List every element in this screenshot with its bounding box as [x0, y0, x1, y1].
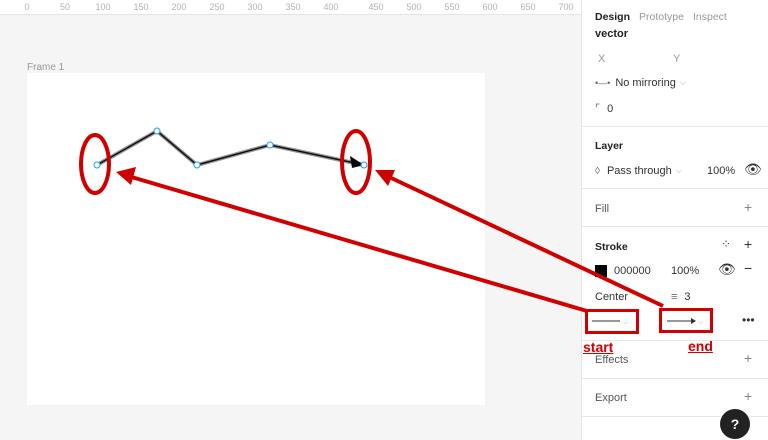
- mirroring-icon: •—•: [595, 78, 611, 88]
- ruler-tick: 50: [59, 2, 71, 12]
- ruler-tick: 400: [323, 2, 339, 12]
- add-fill-plus-icon[interactable]: +: [744, 199, 752, 215]
- corner-radius-icon: ⌜: [595, 103, 601, 115]
- tab-inspect[interactable]: Inspect: [693, 11, 727, 23]
- end-annotation-label: end: [688, 338, 713, 354]
- divider: [582, 188, 768, 189]
- ruler-tick: 0: [24, 2, 30, 12]
- ruler-tick: 600: [482, 2, 498, 12]
- tab-prototype[interactable]: Prototype: [639, 11, 684, 23]
- add-effect-plus-icon[interactable]: +: [744, 350, 752, 366]
- divider: [582, 126, 768, 127]
- panel-tabs: Design Prototype Inspect: [595, 11, 727, 23]
- properties-panel: Design Prototype Inspect vector X Y •—• …: [581, 0, 768, 440]
- mirroring-select[interactable]: •—• No mirroring ⌵: [595, 77, 686, 89]
- ruler-tick: 250: [209, 2, 225, 12]
- droplet-icon: ◊: [595, 165, 600, 177]
- divider: [582, 226, 768, 227]
- help-button[interactable]: ?: [720, 409, 750, 439]
- ruler-tick: 300: [247, 2, 263, 12]
- add-stroke-plus-icon[interactable]: +: [744, 236, 752, 252]
- ruler-tick: 550: [444, 2, 460, 12]
- ruler-tick: 450: [368, 2, 384, 12]
- effects-section-title: Effects: [595, 354, 629, 366]
- stroke-weight-icon: ≡: [671, 291, 678, 303]
- end-cap-highlight-box: [659, 308, 713, 333]
- fill-section-title: Fill: [595, 203, 610, 215]
- ruler-tick: 650: [520, 2, 536, 12]
- tab-design[interactable]: Design: [595, 11, 630, 23]
- x-field[interactable]: X: [598, 53, 605, 65]
- stroke-opacity[interactable]: 100%: [671, 265, 699, 277]
- stroke-color-row[interactable]: 000000: [595, 265, 651, 277]
- eye-icon[interactable]: 👁: [744, 161, 762, 178]
- stroke-color-swatch[interactable]: [595, 265, 607, 277]
- chevron-down-icon: ⌵: [679, 78, 686, 87]
- remove-stroke-minus-icon[interactable]: −: [744, 260, 752, 276]
- canvas-area[interactable]: 0 50 100 150 200 250 300 350 400 450 500…: [0, 0, 581, 440]
- ruler-tick: 700: [558, 2, 574, 12]
- more-options-icon[interactable]: •••: [742, 313, 755, 327]
- ruler-tick: 150: [133, 2, 149, 12]
- start-cap-highlight-box: [585, 309, 639, 334]
- y-field[interactable]: Y: [673, 53, 680, 65]
- ruler-tick: 350: [285, 2, 301, 12]
- vector-label: vector: [595, 28, 629, 40]
- add-export-plus-icon[interactable]: +: [744, 388, 752, 404]
- stroke-section-title: Stroke: [595, 241, 628, 253]
- divider: [582, 378, 768, 379]
- style-grid-icon[interactable]: ⁘: [721, 237, 731, 251]
- corner-radius-field[interactable]: ⌜ 0: [595, 102, 613, 116]
- ruler-tick: 100: [95, 2, 111, 12]
- ruler-tick: 500: [406, 2, 422, 12]
- stroke-align-select[interactable]: Center: [595, 291, 628, 303]
- layer-opacity[interactable]: 100%: [707, 165, 735, 177]
- blend-mode-select[interactable]: ◊ Pass through ⌵: [595, 165, 682, 177]
- horizontal-ruler: 0 50 100 150 200 250 300 350 400 450 500…: [0, 0, 581, 15]
- frame-label[interactable]: Frame 1: [27, 62, 64, 73]
- frame[interactable]: [27, 73, 485, 405]
- stroke-eye-icon[interactable]: 👁: [718, 261, 736, 278]
- layer-section-title: Layer: [595, 140, 624, 152]
- stroke-weight-field[interactable]: ≡ 3: [671, 291, 691, 303]
- export-section-title: Export: [595, 392, 627, 404]
- ruler-tick: 200: [171, 2, 187, 12]
- chevron-down-icon: ⌵: [675, 166, 682, 175]
- start-annotation-label: start: [583, 339, 614, 355]
